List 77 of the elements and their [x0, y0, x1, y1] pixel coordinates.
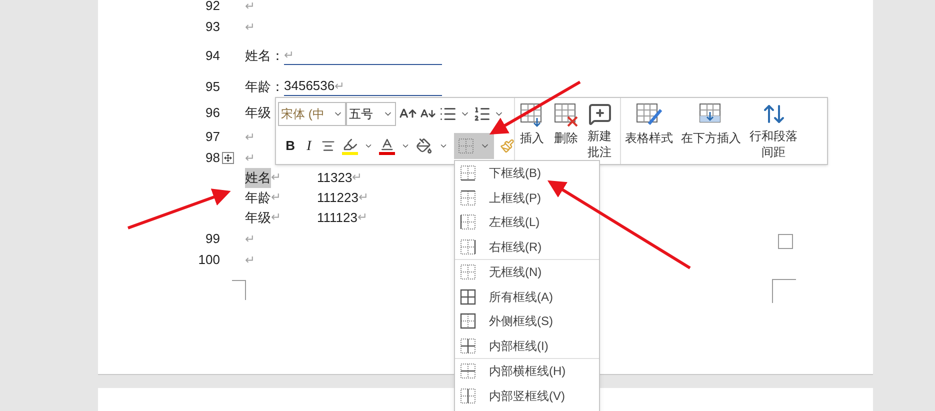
paragraph-mark: ↵ — [245, 150, 255, 166]
border-icon — [460, 338, 476, 354]
paragraph-mark: ↵ — [271, 189, 281, 206]
table-cell: 姓名 — [245, 168, 271, 188]
paragraph-mark: ↵ — [271, 169, 281, 186]
bullet-list-icon[interactable] — [439, 105, 457, 123]
border-icon — [458, 138, 474, 154]
paragraph-mark: ↵ — [358, 189, 368, 206]
field-label: 年龄： — [245, 78, 284, 96]
border-icon — [460, 238, 476, 255]
menu-item[interactable]: 右框线(R) — [455, 234, 599, 259]
border-icon — [460, 214, 476, 230]
font-dropdown[interactable]: 宋体 (中 — [278, 102, 346, 126]
border-icon — [460, 313, 476, 330]
line-number: 96 — [204, 104, 221, 122]
table-cell-text: 11323 — [317, 169, 352, 188]
menu-item[interactable]: 外侧框线(S) — [455, 309, 599, 334]
table-move-icon[interactable] — [222, 152, 234, 164]
line-number: 94 — [204, 46, 221, 64]
paragraph-mark: ↵ — [352, 169, 362, 186]
border-icon — [460, 363, 476, 380]
table-style-icon — [635, 102, 663, 128]
field-label: 姓名： — [245, 46, 284, 64]
field-value: 3456536 — [284, 76, 335, 94]
paragraph-mark: ↵ — [245, 252, 255, 268]
paragraph-mark: ↵ — [245, 230, 255, 248]
paragraph-mark: ↵ — [245, 0, 255, 14]
italic-button[interactable]: I — [302, 136, 316, 156]
paragraph-mark: ↵ — [245, 18, 255, 36]
comment-add-icon — [588, 102, 612, 126]
line-number: 95 — [204, 78, 221, 96]
fill-in-line[interactable]: 3456536↵ — [284, 76, 442, 96]
paragraph-mark: ↵ — [245, 128, 255, 146]
border-icon — [460, 190, 476, 206]
line-number: 97 — [204, 128, 221, 146]
table-cell-text: 年级 — [245, 209, 271, 228]
border-icon — [460, 288, 476, 305]
menu-item[interactable]: 内部竖框线(V) — [455, 384, 599, 408]
font-color-icon[interactable] — [379, 137, 396, 155]
margin-corner-mark — [232, 280, 246, 300]
line-number: 92 — [204, 0, 221, 15]
field-label: 年级 — [245, 104, 271, 122]
toolbar-button[interactable]: 在下方插入 — [677, 98, 745, 164]
border-icon — [460, 264, 476, 280]
highlighter-icon[interactable] — [342, 137, 358, 155]
menu-item[interactable]: 下框线(B) — [455, 161, 599, 186]
line-number: 93 — [204, 18, 221, 36]
menu-item[interactable]: 无框线(N) — [455, 260, 599, 284]
menu-item[interactable]: 内部框线(I) — [455, 334, 599, 358]
table-cell-text: 年龄 — [245, 189, 271, 208]
line-number: 98 — [204, 148, 221, 167]
margin-corner-mark — [772, 279, 796, 303]
menu-item[interactable]: 左框线(L) — [455, 210, 599, 234]
paragraph-mark: ↵ — [271, 209, 281, 226]
bold-button[interactable]: B — [284, 136, 297, 156]
paragraph-mark: ↵ — [334, 78, 345, 95]
menu-item[interactable]: 所有框线(A) — [455, 284, 599, 309]
menu-item[interactable]: 上框线(P) — [455, 186, 599, 210]
align-center-icon[interactable] — [321, 138, 336, 154]
line-number: 100 — [197, 250, 221, 269]
font-size-dropdown[interactable]: 五号 — [346, 102, 396, 126]
paragraph-mark: ↵ — [284, 47, 294, 64]
border-icon — [460, 165, 476, 182]
toolbar-button[interactable]: 行和段落间距 — [745, 98, 802, 164]
toolbar-button[interactable]: 表格样式 — [621, 98, 677, 164]
line-spacing-icon — [762, 102, 786, 126]
line-number: 99 — [204, 230, 221, 248]
numbered-list-icon[interactable] — [473, 105, 491, 123]
toolbar-button[interactable]: 新建批注 — [583, 98, 616, 164]
menu-item[interactable]: 内部横框线(H) — [455, 359, 599, 384]
border-icon — [460, 388, 476, 404]
table-resize-handle[interactable] — [778, 234, 793, 249]
table-delete-icon — [553, 102, 579, 128]
shading-icon[interactable] — [416, 137, 433, 155]
table-cell-text: 111223 — [317, 189, 358, 208]
table-cell-text: 111123 — [317, 209, 358, 228]
paragraph-mark: ↵ — [358, 209, 368, 226]
